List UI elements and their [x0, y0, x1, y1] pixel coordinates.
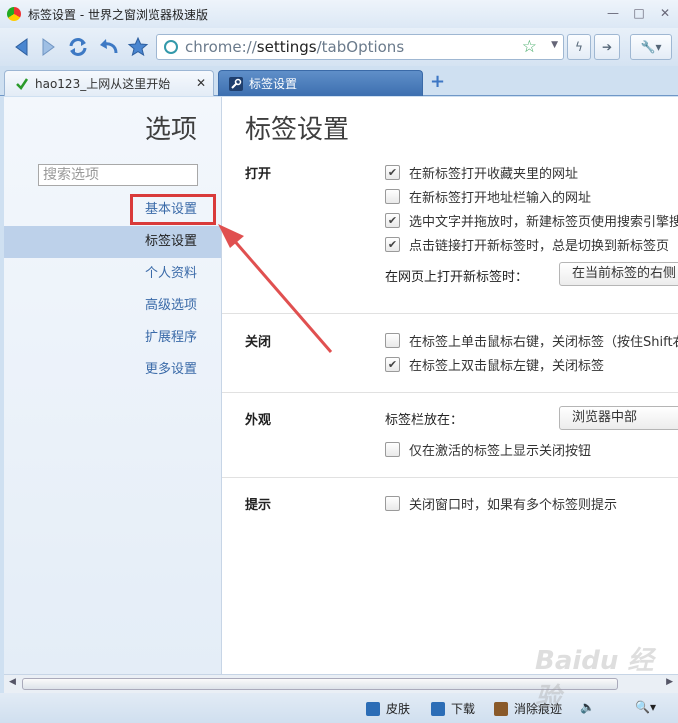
- page-content: 选项 搜索选项 基本设置 标签设置 个人资料 高级选项 扩展程序 更多设置 标签…: [4, 97, 678, 674]
- section-appearance-label: 外观: [245, 413, 272, 428]
- option-close-button-active-only[interactable]: 仅在激活的标签上显示关闭按钮: [385, 439, 591, 459]
- option-label: 关闭窗口时，如果有多个标签则提示: [409, 497, 618, 513]
- checkbox[interactable]: ✔: [385, 212, 400, 228]
- wrench-icon: 🔧▾: [640, 40, 662, 54]
- divider: [222, 392, 678, 393]
- new-tab-plus-icon[interactable]: +: [430, 71, 445, 92]
- download-label: 下载: [451, 702, 476, 716]
- sidebar-title: 选项: [144, 115, 197, 145]
- annotation-highlight-box: [130, 194, 216, 225]
- sidebar-item-advanced[interactable]: 高级选项: [4, 290, 221, 322]
- address-url: chrome://settings/tabOptions: [185, 38, 405, 56]
- option-label: 在标签上双击鼠标左键，关闭标签: [409, 358, 605, 374]
- option-right-click-close[interactable]: 在标签上单击鼠标右键，关闭标签（按住Shift右: [385, 330, 678, 350]
- tab-label: 标签设置: [249, 77, 298, 91]
- chevron-down-icon[interactable]: ▼: [551, 40, 558, 50]
- forward-icon[interactable]: [36, 35, 60, 59]
- settings-main: 标签设置 打开 ✔ 在新标签打开收藏夹里的网址 在新标签打开地址栏输入的网址 ✔…: [222, 97, 678, 674]
- lightning-icon: ϟ: [575, 40, 583, 54]
- window-title: 标签设置 - 世界之窗浏览器极速版: [28, 7, 208, 22]
- option-label: 选中文字并拖放时，新建标签页使用搜索引擎搜: [409, 214, 678, 230]
- section-prompt-label: 提示: [245, 498, 272, 513]
- checkbox[interactable]: [385, 495, 400, 511]
- page-icon: [164, 40, 178, 54]
- checkbox[interactable]: ✔: [385, 356, 400, 372]
- option-open-addressbar[interactable]: 在新标签打开地址栏输入的网址: [385, 186, 591, 206]
- new-tab-position-select[interactable]: 在当前标签的右侧: [559, 262, 678, 286]
- option-open-favorites[interactable]: ✔ 在新标签打开收藏夹里的网址: [385, 162, 578, 182]
- checkbox[interactable]: ✔: [385, 164, 400, 180]
- option-label: 在新标签打开地址栏输入的网址: [409, 190, 592, 206]
- section-close-label: 关闭: [245, 335, 272, 350]
- minimize-button[interactable]: —: [600, 2, 626, 24]
- sidebar-item-tabs[interactable]: 标签设置: [4, 226, 221, 258]
- option-double-click-close[interactable]: ✔ 在标签上双击鼠标左键，关闭标签: [385, 354, 604, 374]
- hao123-icon: [16, 77, 29, 90]
- close-tab-icon[interactable]: ✕: [196, 76, 206, 90]
- option-label: 点击链接打开新标签时，总是切换到新标签页: [409, 238, 670, 254]
- checkbox[interactable]: [385, 332, 400, 348]
- address-bar[interactable]: chrome://settings/tabOptions ☆ ▼: [156, 34, 564, 60]
- arrow-right-icon: ➔: [601, 40, 613, 54]
- tab-strip: hao123_上网从这里开始 ✕ 标签设置 +: [0, 66, 678, 96]
- wrench-icon: [229, 76, 243, 91]
- scrollbar-thumb[interactable]: [22, 678, 618, 690]
- sidebar-item-extensions[interactable]: 扩展程序: [4, 322, 221, 354]
- tools-menu-button[interactable]: 🔧▾: [630, 34, 672, 60]
- section-open-label: 打开: [245, 167, 272, 182]
- navigation-toolbar: chrome://settings/tabOptions ☆ ▼ ϟ ➔ 🔧▾: [0, 28, 678, 66]
- skin-icon: [366, 701, 380, 716]
- browser-logo-icon: [7, 7, 21, 21]
- tabbar-position-select[interactable]: 浏览器中部: [559, 406, 678, 430]
- scroll-left-icon[interactable]: ◀: [9, 677, 16, 687]
- checkbox[interactable]: ✔: [385, 236, 400, 252]
- download-button[interactable]: 下载: [431, 700, 475, 717]
- go-button[interactable]: ➔: [594, 34, 620, 60]
- maximize-button[interactable]: □: [626, 2, 652, 24]
- sidebar-item-more[interactable]: 更多设置: [4, 354, 221, 386]
- page-title: 标签设置: [245, 115, 350, 145]
- tabbar-position-label: 标签栏放在：: [385, 413, 464, 428]
- skin-button[interactable]: 皮肤: [366, 700, 410, 717]
- favorites-star-icon[interactable]: [126, 35, 150, 59]
- option-prompt-multiple-tabs[interactable]: 关闭窗口时，如果有多个标签则提示: [385, 493, 617, 513]
- title-bar: 标签设置 - 世界之窗浏览器极速版 — □ ✕: [0, 0, 678, 28]
- checkbox[interactable]: [385, 188, 400, 204]
- refresh-icon[interactable]: [66, 35, 90, 59]
- undo-icon[interactable]: [96, 35, 120, 59]
- option-drag-search[interactable]: ✔ 选中文字并拖放时，新建标签页使用搜索引擎搜: [385, 210, 678, 230]
- skin-label: 皮肤: [386, 702, 411, 716]
- tab-hao123[interactable]: hao123_上网从这里开始 ✕: [4, 70, 214, 96]
- option-switch-new-tab[interactable]: ✔ 点击链接打开新标签时，总是切换到新标签页: [385, 234, 669, 254]
- option-label: 在标签上单击鼠标右键，关闭标签（按住Shift右: [409, 334, 678, 350]
- tab-settings[interactable]: 标签设置: [218, 70, 423, 96]
- option-label: 仅在激活的标签上显示关闭按钮: [409, 443, 592, 459]
- option-label: 在新标签打开收藏夹里的网址: [409, 166, 579, 182]
- sidebar-item-profile[interactable]: 个人资料: [4, 258, 221, 290]
- broom-icon: [494, 701, 508, 716]
- divider: [222, 477, 678, 478]
- tab-label: hao123_上网从这里开始: [35, 77, 171, 91]
- download-icon: [431, 701, 445, 716]
- divider: [222, 313, 678, 314]
- search-input[interactable]: 搜索选项: [38, 164, 198, 186]
- back-icon[interactable]: [10, 35, 34, 59]
- lightning-button[interactable]: ϟ: [567, 34, 591, 60]
- bookmark-star-icon[interactable]: ☆: [522, 37, 537, 57]
- close-window-button[interactable]: ✕: [652, 2, 678, 24]
- new-tab-position-label: 在网页上打开新标签时：: [385, 270, 529, 285]
- settings-sidebar: 选项 搜索选项 基本设置 标签设置 个人资料 高级选项 扩展程序 更多设置: [4, 97, 222, 674]
- checkbox[interactable]: [385, 441, 400, 457]
- watermark: Baidu 经验: [535, 646, 654, 713]
